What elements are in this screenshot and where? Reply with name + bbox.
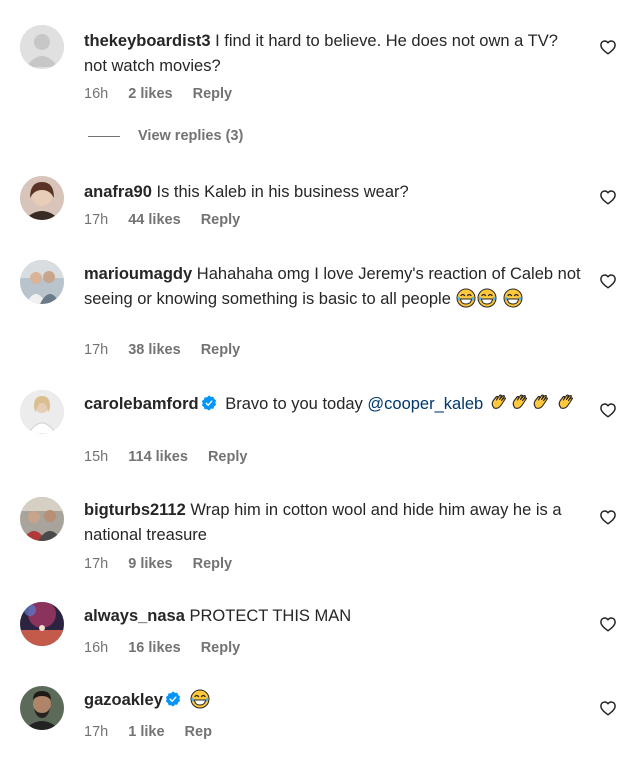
username[interactable]: bigturbs2112 xyxy=(84,501,186,519)
tears-of-joy-emoji xyxy=(477,288,497,308)
verified-badge-icon xyxy=(165,691,181,707)
heart-icon[interactable] xyxy=(599,38,617,56)
reply-button[interactable]: Reply xyxy=(201,212,241,228)
heart-icon[interactable] xyxy=(599,401,617,419)
likes-count[interactable]: 9 likes xyxy=(128,556,172,572)
comment-body: Bravo to you today xyxy=(225,395,363,413)
likes-count[interactable]: 114 likes xyxy=(128,449,188,465)
reply-button[interactable]: Reply xyxy=(201,342,241,358)
avatar[interactable] xyxy=(20,390,64,434)
heart-icon[interactable] xyxy=(599,272,617,290)
comment-meta: 17h 9 likes Reply xyxy=(84,556,248,572)
clapping-hands-emoji xyxy=(556,393,576,413)
mention-link[interactable]: @cooper_kaleb xyxy=(367,395,483,413)
likes-count[interactable]: 38 likes xyxy=(128,342,180,358)
comment-text: carolebamford Bravo to you today @cooper… xyxy=(84,392,584,417)
comment-meta: 17h 38 likes Reply xyxy=(84,342,256,358)
avatar[interactable] xyxy=(20,260,64,304)
comment-meta: 17h 1 like Rep xyxy=(84,724,228,740)
username[interactable]: gazoakley xyxy=(84,691,163,709)
tears-of-joy-emoji xyxy=(190,689,210,709)
timestamp[interactable]: 15h xyxy=(84,449,108,465)
comment-text: bigturbs2112 Wrap him in cotton wool and… xyxy=(84,498,584,548)
heart-icon[interactable] xyxy=(599,699,617,717)
timestamp[interactable]: 16h xyxy=(84,640,108,656)
comment-text: thekeyboardist3 I find it hard to believ… xyxy=(84,29,584,79)
tears-of-joy-emoji xyxy=(503,288,523,308)
reply-button[interactable]: Reply xyxy=(201,640,241,656)
username[interactable]: thekeyboardist3 xyxy=(84,32,211,50)
comment-text: anafra90 Is this Kaleb in his business w… xyxy=(84,180,584,205)
username[interactable]: always_nasa xyxy=(84,607,185,625)
verified-badge-icon xyxy=(201,395,217,411)
view-replies-button[interactable]: View replies (3) xyxy=(88,128,243,144)
likes-count[interactable]: 1 like xyxy=(128,724,164,740)
comment-body: PROTECT THIS MAN xyxy=(189,607,352,625)
likes-count[interactable]: 44 likes xyxy=(128,212,180,228)
clapping-hands-emoji xyxy=(489,393,509,413)
comment-text: marioumagdy Hahahaha omg I love Jeremy's… xyxy=(84,262,584,312)
heart-icon[interactable] xyxy=(599,508,617,526)
timestamp[interactable]: 17h xyxy=(84,212,108,228)
likes-count[interactable]: 16 likes xyxy=(128,640,180,656)
timestamp[interactable]: 17h xyxy=(84,556,108,572)
username[interactable]: carolebamford xyxy=(84,395,199,413)
username[interactable]: anafra90 xyxy=(84,183,152,201)
view-replies-label: View replies (3) xyxy=(138,128,244,144)
comment-meta: 15h 114 likes Reply xyxy=(84,449,263,465)
reply-button[interactable]: Reply xyxy=(193,86,233,102)
comment-text: always_nasa PROTECT THIS MAN xyxy=(84,604,584,629)
clapping-hands-emoji xyxy=(510,393,530,413)
avatar[interactable] xyxy=(20,602,64,646)
tears-of-joy-emoji xyxy=(456,288,476,308)
comment-meta: 16h 2 likes Reply xyxy=(84,86,248,102)
divider xyxy=(88,135,120,137)
clapping-hands-emoji xyxy=(531,393,551,413)
avatar[interactable] xyxy=(20,686,64,730)
heart-icon[interactable] xyxy=(599,615,617,633)
avatar[interactable] xyxy=(20,25,64,69)
timestamp[interactable]: 17h xyxy=(84,724,108,740)
comment-body: Is this Kaleb in his business wear? xyxy=(156,183,409,201)
avatar[interactable] xyxy=(20,176,64,220)
reply-button[interactable]: Rep xyxy=(185,724,212,740)
timestamp[interactable]: 17h xyxy=(84,342,108,358)
username[interactable]: marioumagdy xyxy=(84,265,192,283)
likes-count[interactable]: 2 likes xyxy=(128,86,172,102)
comment-text: gazoakley xyxy=(84,688,584,713)
comment-meta: 16h 16 likes Reply xyxy=(84,640,256,656)
reply-button[interactable]: Reply xyxy=(208,449,248,465)
comment-meta: 17h 44 likes Reply xyxy=(84,212,256,228)
avatar[interactable] xyxy=(20,497,64,541)
reply-button[interactable]: Reply xyxy=(193,556,233,572)
heart-icon[interactable] xyxy=(599,188,617,206)
timestamp[interactable]: 16h xyxy=(84,86,108,102)
